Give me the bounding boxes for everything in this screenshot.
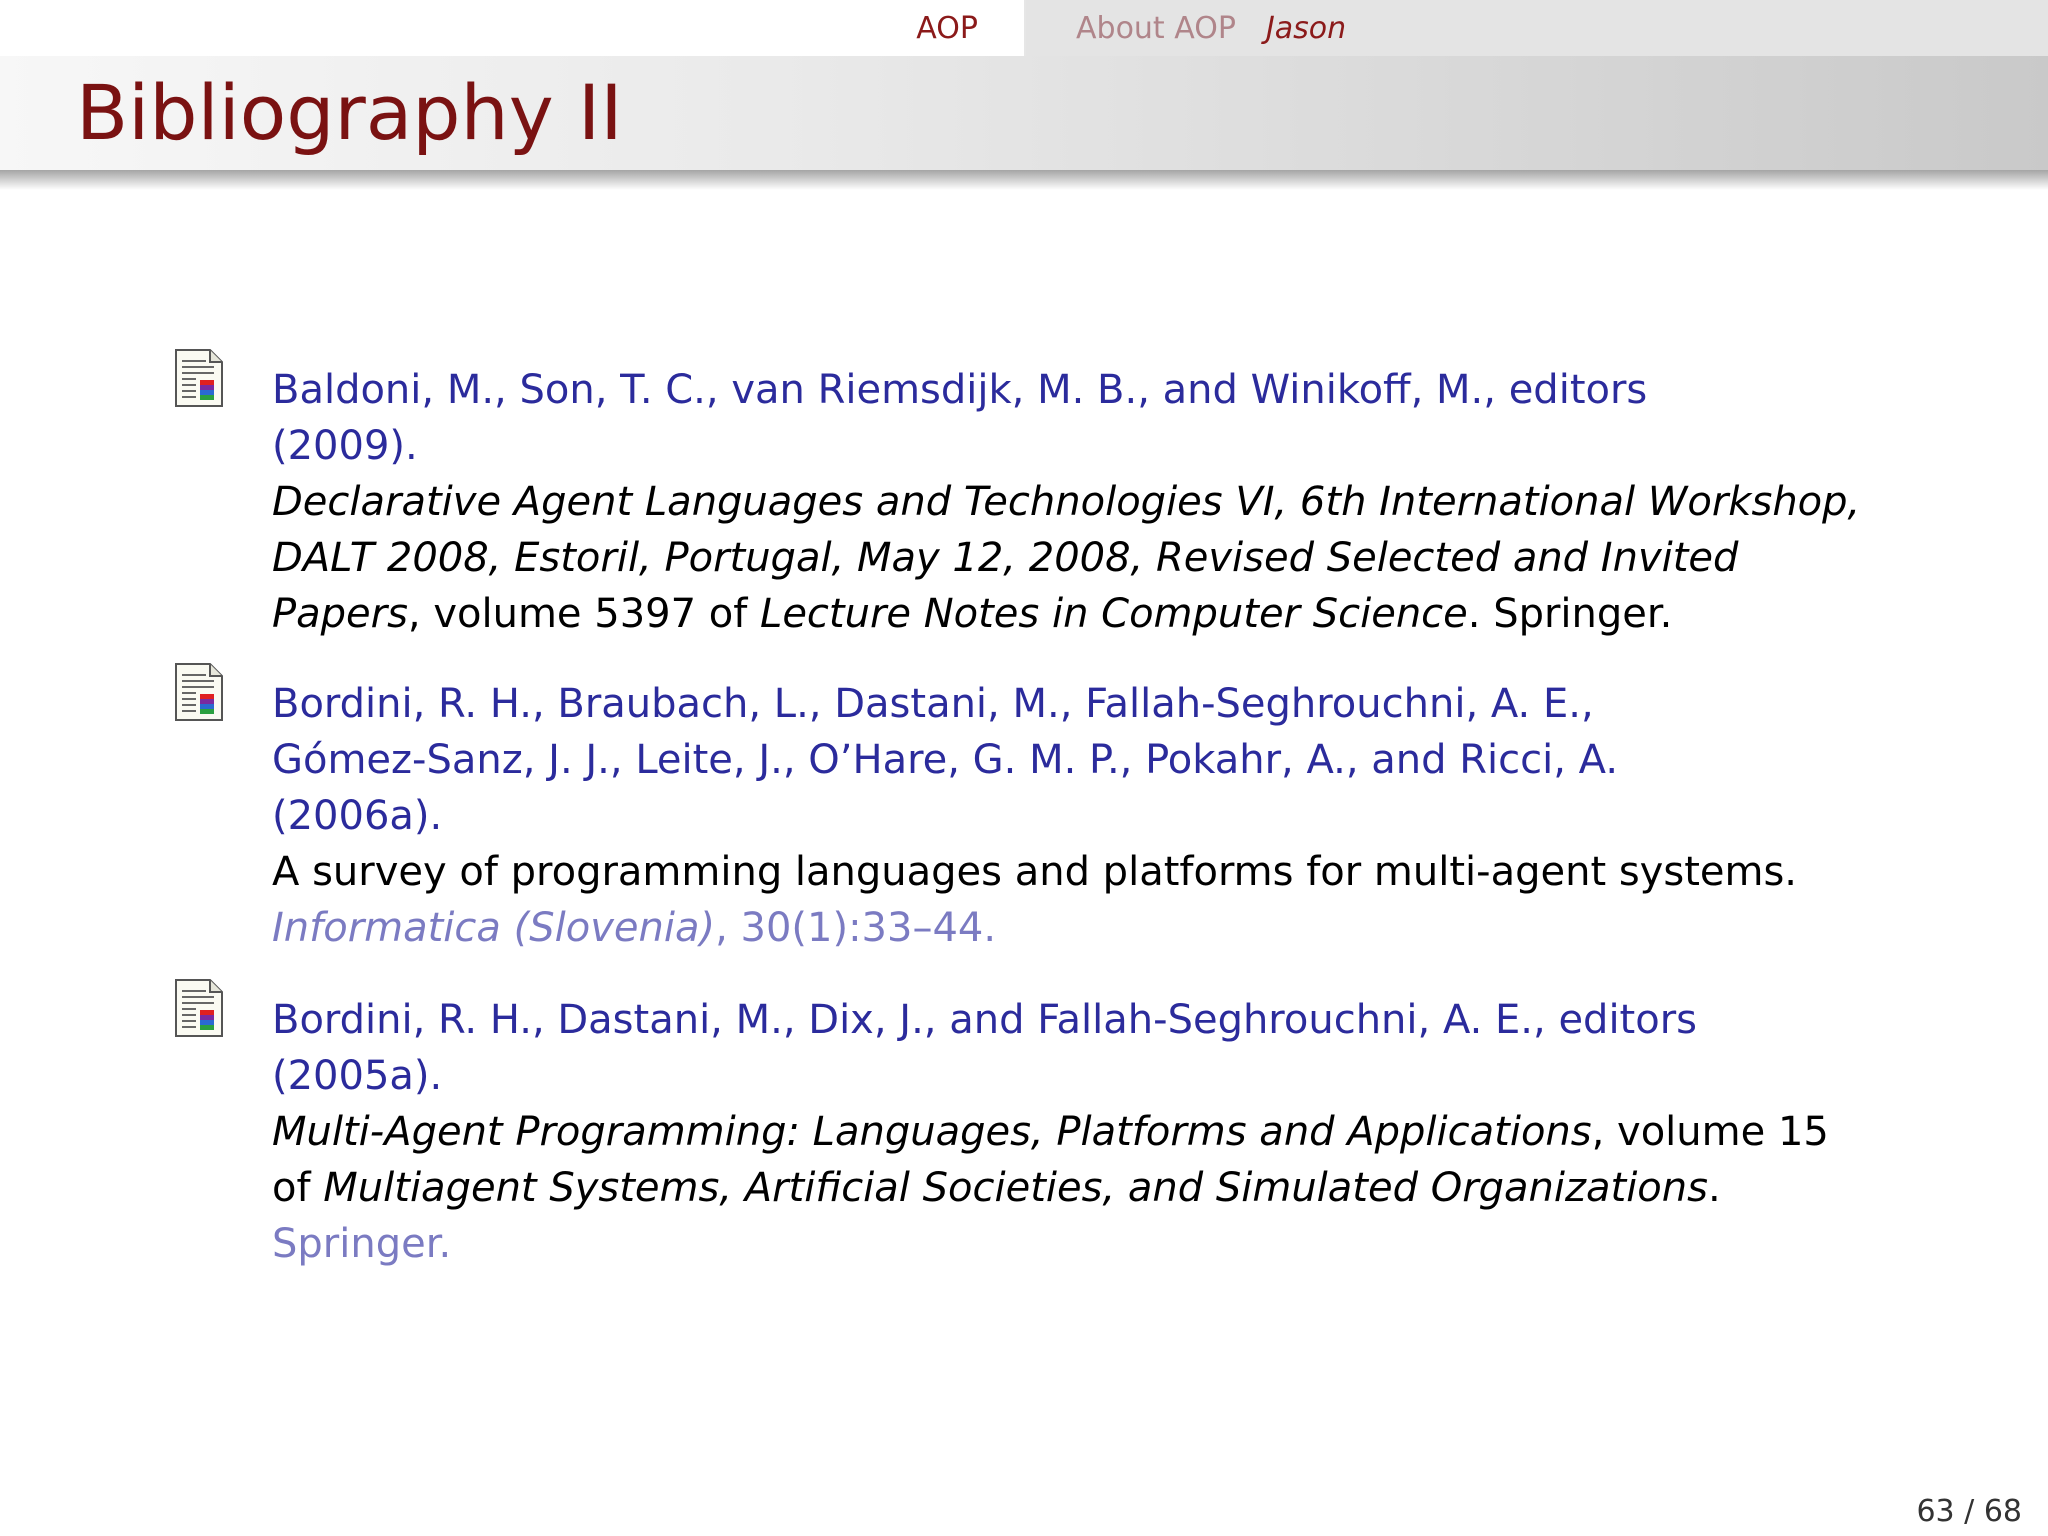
bib-entry-2-title: A survey of programming languages and pl…: [272, 849, 1797, 895]
nav-section-link[interactable]: AOP: [916, 11, 978, 46]
bib-entry-3-period: .: [1707, 1165, 1721, 1211]
bib-entry-3-title: Multi-Agent Programming: Languages, Plat…: [272, 1109, 1592, 1155]
bib-entry-1-title-line-3: Papers: [272, 591, 408, 637]
bib-entry-1-text: Baldoni, M., Son, T. C., van Riemsdijk, …: [272, 362, 1912, 642]
bib-entry-3-series: Multiagent Systems, Artificial Societies…: [323, 1165, 1708, 1211]
nav-subsection-link[interactable]: About AOP: [1076, 11, 1236, 46]
article-icon: [175, 663, 223, 721]
bib-entry-3-authors-line-2: (2005a).: [272, 1053, 443, 1099]
bib-entry-3-title-line-2: of Multiagent Systems, Artificial Societ…: [272, 1160, 1912, 1216]
nav-current-subsection-link[interactable]: Jason: [1266, 11, 1346, 46]
nav-right: About AOP Jason: [1026, 0, 2048, 56]
nav-left: AOP: [0, 0, 1026, 56]
bib-entry-3-of: of: [272, 1165, 324, 1211]
bib-entry-2-authors-line-3: (2006a).: [272, 793, 443, 839]
bib-entry-1-authors-line-1: Baldoni, M., Son, T. C., van Riemsdijk, …: [272, 367, 1648, 413]
bib-entry-1-series: Lecture Notes in Computer Science: [760, 591, 1468, 637]
bib-entry-3-title-line-1: Multi-Agent Programming: Languages, Plat…: [272, 1104, 1912, 1160]
bib-entry-2-text: Bordini, R. H., Braubach, L., Dastani, M…: [272, 676, 1912, 956]
bib-entry-2-journal: Informatica (Slovenia): [272, 905, 716, 951]
bib-entry-2-journal-rest: , 30(1):33–44.: [715, 905, 997, 951]
bib-entry-3-authors-line-1: Bordini, R. H., Dastani, M., Dix, J., an…: [272, 997, 1697, 1043]
frame-title-shadow: [0, 170, 2048, 190]
article-icon: [175, 349, 223, 407]
bib-entry-3-publisher: Springer.: [272, 1221, 452, 1267]
bib-entry-2-authors-line-2: Gómez-Sanz, J. J., Leite, J., O’Hare, G.…: [272, 737, 1619, 783]
page-number: 63 / 68: [1916, 1494, 2022, 1529]
frame-title: Bibliography II: [76, 68, 623, 157]
navigation-bar: AOP About AOP Jason: [0, 0, 2048, 56]
bib-entry-1-volume-text: , volume 5397 of: [407, 591, 761, 637]
bib-entry-1-authors-line-2: (2009).: [272, 423, 418, 469]
bib-entry-1-publisher: . Springer.: [1467, 591, 1673, 637]
bib-entry-1-title-line-2: DALT 2008, Estoril, Portugal, May 12, 20…: [272, 535, 1739, 581]
bib-entry-3-text: Bordini, R. H., Dastani, M., Dix, J., an…: [272, 992, 1912, 1272]
bib-entry-3-volume: , volume 15: [1591, 1109, 1829, 1155]
bib-entry-2-journal-line: Informatica (Slovenia), 30(1):33–44.: [272, 900, 1912, 956]
bib-entry-1-line-5: Papers, volume 5397 of Lecture Notes in …: [272, 586, 1912, 642]
bib-entry-1-title-line-1: Declarative Agent Languages and Technolo…: [272, 479, 1861, 525]
article-icon: [175, 979, 223, 1037]
bib-entry-2-authors-line-1: Bordini, R. H., Braubach, L., Dastani, M…: [272, 681, 1594, 727]
